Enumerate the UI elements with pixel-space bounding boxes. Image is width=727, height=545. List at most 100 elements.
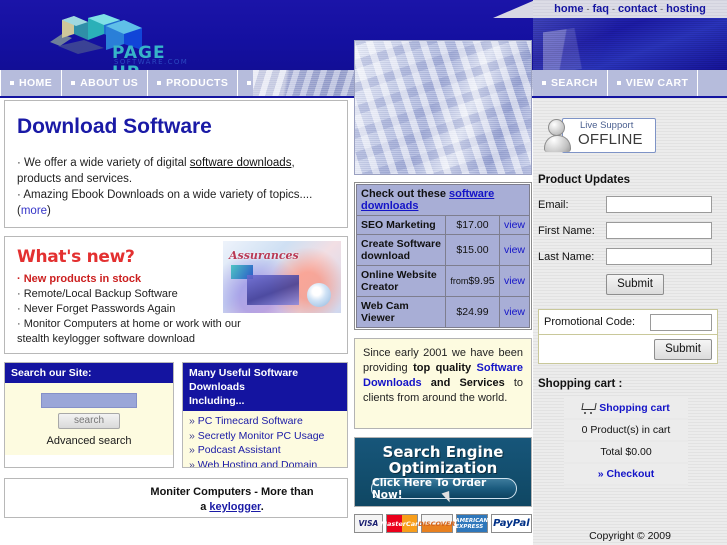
- product-price: $15.00: [444, 234, 500, 266]
- nav-item-label: PRODUCTS: [166, 77, 229, 89]
- software-downloads-link[interactable]: software downloads: [190, 157, 292, 169]
- assurances-tower-shape: [247, 275, 299, 305]
- cart-checkout-link[interactable]: » Checkout: [564, 464, 688, 486]
- email-field[interactable]: [606, 196, 712, 213]
- keylogger-link[interactable]: keylogger: [209, 501, 260, 513]
- useful-downloads-header-line2: Including...: [189, 395, 245, 407]
- list-item[interactable]: PC Timecard Software: [189, 414, 341, 429]
- shopping-cart-title: Shopping cart :: [538, 378, 623, 390]
- download-software-panel: Download Software · We offer a wide vari…: [4, 100, 348, 249]
- nav-item-about-us[interactable]: ABOUT US: [62, 70, 149, 96]
- product-view-link[interactable]: view: [498, 296, 531, 328]
- price-prefix: from: [450, 276, 469, 286]
- search-panel-header: Search our Site:: [5, 363, 173, 383]
- payment-methods-bar: VISA MasterCard DISCOVER AMERICAN EXPRES…: [354, 514, 532, 533]
- seo-banner[interactable]: Search Engine Optimization Click Here To…: [354, 437, 532, 507]
- nav-item-home[interactable]: HOME: [1, 70, 63, 96]
- topnav-item-contact[interactable]: contact: [618, 3, 657, 15]
- price-value: $15.00: [456, 244, 489, 256]
- header-photo-right: [533, 18, 727, 70]
- useful-downloads-header: Many Useful Software Downloads Including…: [183, 363, 347, 411]
- nav-item-products[interactable]: PRODUCTS: [148, 70, 239, 96]
- promo-code-input[interactable]: [650, 313, 712, 331]
- product-updates-submit-button[interactable]: Submit: [606, 274, 664, 295]
- shopping-cart-icon: [582, 403, 595, 414]
- intro-line2-suffix: ): [47, 205, 51, 217]
- list-item[interactable]: Web Hosting and Domain names: [189, 458, 341, 468]
- promo-submit-row: Submit: [539, 335, 717, 363]
- product-view-link[interactable]: view: [498, 265, 531, 297]
- whats-new-item[interactable]: stealth keylogger software download: [17, 332, 337, 347]
- person-avatar-icon: [548, 119, 565, 136]
- topnav-separator: -: [660, 4, 664, 14]
- nav-item-label: SEARCH: [551, 77, 598, 89]
- right-sidebar: Live Support OFFLINE Product Updates Ema…: [536, 100, 724, 486]
- main-nav-right-group: SEARCH VIEW CART: [533, 70, 727, 96]
- product-view-link[interactable]: view: [498, 215, 531, 235]
- useful-downloads-header-line1: Many Useful Software Downloads: [189, 367, 299, 393]
- main-nav-left-group: HOME ABOUT US PRODUCTS AFFILIATES: [0, 70, 331, 96]
- keyboard-hero-image: [354, 40, 532, 175]
- bottom-promo-strip: Moniter Computers - More than a keylogge…: [4, 478, 348, 518]
- page-root: home - faq - contact - hosting PAGE SOFT…: [0, 0, 727, 545]
- ebook-more-link[interactable]: more: [21, 205, 47, 217]
- bottom-promo-line2-suffix: .: [260, 501, 264, 513]
- useful-downloads-list: PC Timecard Software Secretly Monitor PC…: [183, 411, 347, 468]
- list-item[interactable]: Secretly Monitor PC Usage: [189, 429, 341, 444]
- search-input[interactable]: [41, 393, 137, 408]
- nav-item-search[interactable]: SEARCH: [533, 70, 608, 96]
- price-value: $17.00: [456, 219, 489, 231]
- blurb-bold-top: top: [413, 362, 431, 374]
- assurances-caption: Assurances: [229, 249, 299, 262]
- last-name-label: Last Name:: [538, 250, 595, 263]
- cart-header-label: Shopping cart: [599, 402, 670, 414]
- promo-submit-button[interactable]: Submit: [654, 338, 712, 360]
- first-name-field[interactable]: [606, 222, 712, 239]
- site-logo[interactable]: PAGE UP SOFTWARE.COM: [44, 14, 194, 70]
- promo-code-row: Promotional Code:: [539, 310, 717, 335]
- nav-item-label: VIEW CART: [625, 77, 689, 89]
- product-name: Online Website Creator: [356, 265, 446, 297]
- topnav-item-hosting[interactable]: hosting: [666, 3, 706, 15]
- company-blurb: Since early 2001 we have been providing …: [354, 338, 532, 429]
- first-name-label: First Name:: [538, 224, 595, 237]
- paypal-icon: PayPal: [490, 514, 532, 533]
- square-bullet-icon: [542, 81, 546, 85]
- promotional-code-box: Promotional Code: Submit: [538, 309, 718, 364]
- live-support-status: OFFLINE: [578, 131, 643, 148]
- product-updates-submit-wrap: Submit: [606, 274, 724, 295]
- useful-downloads-panel: Many Useful Software Downloads Including…: [182, 362, 348, 468]
- seo-banner-line2: Optimization: [388, 459, 498, 477]
- product-view-link[interactable]: view: [498, 234, 531, 266]
- bottom-promo-line2-prefix: a: [200, 501, 210, 513]
- square-bullet-icon: [10, 81, 14, 85]
- live-support-widget[interactable]: Live Support OFFLINE: [544, 116, 656, 156]
- list-item[interactable]: Podcast Assistant: [189, 443, 341, 458]
- square-bullet-icon: [157, 81, 162, 85]
- page-title: Download Software: [17, 115, 212, 138]
- blurb-and: and: [421, 377, 460, 389]
- table-header-row: Check out these software downloads: [356, 184, 530, 216]
- intro-line2-prefix: · Amazing Ebook Downloads on a wide vari…: [17, 189, 313, 217]
- price-value: $9.95: [468, 275, 495, 287]
- search-button[interactable]: search: [58, 413, 120, 429]
- discover-icon: DISCOVER: [418, 514, 455, 533]
- products-heading-prefix: Check out these: [361, 188, 450, 200]
- assurances-disc-shape: [307, 283, 331, 307]
- product-updates-title: Product Updates: [538, 174, 631, 186]
- last-name-field[interactable]: [606, 248, 712, 265]
- topnav-separator: -: [612, 4, 615, 14]
- whats-new-item[interactable]: · Monitor Computers at home or work with…: [17, 317, 337, 332]
- live-support-label: Live Support: [580, 120, 634, 131]
- product-name: Web Cam Viewer: [356, 296, 446, 328]
- shopping-cart-box: Shopping cart 0 Product(s) in cart Total…: [564, 398, 688, 486]
- cart-header-row[interactable]: Shopping cart: [564, 398, 688, 420]
- top-utility-nav: home - faq - contact - hosting: [533, 0, 727, 18]
- nav-item-view-cart[interactable]: VIEW CART: [608, 70, 699, 96]
- blurb-bold-quality: quality: [435, 362, 472, 374]
- blurb-services: Services: [459, 377, 505, 389]
- topnav-item-home[interactable]: home: [554, 3, 583, 15]
- advanced-search-link[interactable]: Advanced search: [13, 435, 165, 447]
- products-table-wrapper: Check out these software downloads SEO M…: [354, 182, 532, 330]
- topnav-item-faq[interactable]: faq: [593, 3, 610, 15]
